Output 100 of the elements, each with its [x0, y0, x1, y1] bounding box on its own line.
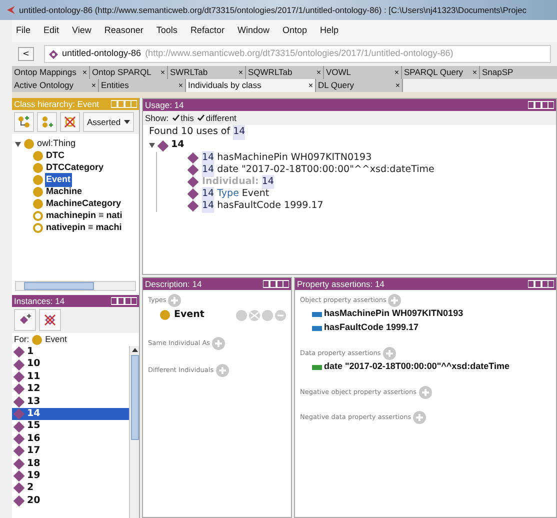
- tree-item[interactable]: DTC: [45, 149, 66, 163]
- view-controls-icon[interactable]: [263, 280, 289, 288]
- checkbox[interactable]: [196, 114, 205, 122]
- back-button[interactable]: <: [18, 47, 34, 61]
- panel-title: Instances: 14: [14, 295, 65, 307]
- tab[interactable]: Entities ×: [99, 79, 186, 92]
- individual-icon: [13, 358, 25, 370]
- menu-item[interactable]: Reasoner: [104, 24, 144, 38]
- menu-item[interactable]: File: [16, 24, 31, 38]
- individual-icon: [187, 164, 199, 176]
- delete-individual-button[interactable]: [39, 309, 61, 331]
- instance-item[interactable]: 2: [12, 482, 129, 495]
- menu-item[interactable]: View: [72, 24, 92, 38]
- add-individual-icon: [19, 314, 31, 326]
- instance-item[interactable]: 11: [12, 370, 129, 384]
- instance-item[interactable]: 12: [12, 383, 129, 396]
- tree-item[interactable]: Event: [45, 173, 72, 187]
- close-tab-icon[interactable]: ×: [160, 66, 165, 78]
- ontology-name: untitled-ontology-86: [62, 47, 142, 60]
- tab[interactable]: Ontop Mappings ×: [12, 66, 90, 79]
- instance-item[interactable]: 1: [12, 346, 129, 358]
- delete-class-button[interactable]: [60, 112, 80, 132]
- instance-item[interactable]: 15: [12, 420, 129, 433]
- tab[interactable]: Active Ontology ×: [12, 79, 99, 92]
- checkbox-label: this: [180, 112, 194, 124]
- checkbox[interactable]: [172, 114, 180, 122]
- individual-icon: [13, 371, 25, 383]
- menu-item[interactable]: Window: [237, 24, 270, 38]
- close-tab-icon[interactable]: ×: [308, 80, 313, 92]
- usage-row[interactable]: Individual: 14: [202, 174, 274, 190]
- panel-title: Description: 14: [145, 278, 202, 290]
- tab[interactable]: SWRLTab ×: [168, 66, 246, 79]
- usage-row[interactable]: 14 date "2017-02-18T00:00:00"^^xsd:dateTime: [202, 162, 434, 178]
- add-sibling-button[interactable]: [37, 112, 57, 132]
- menu-item[interactable]: Ontop: [282, 24, 307, 38]
- checkbox-label: different: [206, 112, 236, 124]
- add-subclass-icon: [18, 116, 30, 128]
- tree-item[interactable]: owl:Thing: [37, 137, 76, 151]
- close-tab-icon[interactable]: ×: [316, 66, 321, 78]
- for-class: Event: [45, 333, 67, 346]
- vertical-scrollbar[interactable]: [129, 346, 139, 518]
- horizontal-scrollbar[interactable]: [15, 281, 136, 291]
- tab[interactable]: SnapSP: [480, 66, 557, 79]
- property-assertion[interactable]: hasMachinePin WH097KITN0193: [324, 307, 464, 321]
- view-controls-icon[interactable]: [528, 280, 554, 288]
- delete-icon: [64, 116, 76, 128]
- tree-item[interactable]: machinepin ≡ nati: [45, 209, 124, 223]
- close-tab-icon[interactable]: ×: [82, 66, 87, 78]
- show-label: Show:: [145, 112, 169, 124]
- usage-root[interactable]: 14: [171, 138, 184, 153]
- data-property-icon: [312, 364, 322, 370]
- instance-item[interactable]: 17: [12, 445, 129, 458]
- tree-item[interactable]: MachineCategory: [45, 197, 122, 211]
- tree-item[interactable]: nativepin ≡ machi: [45, 221, 123, 235]
- panel-title: Usage: 14: [145, 99, 184, 111]
- add-individual-button[interactable]: [14, 309, 36, 331]
- instance-item[interactable]: 20: [12, 494, 129, 508]
- individual-icon: [13, 495, 25, 507]
- property-assertion[interactable]: hasFaultCode 1999.17: [324, 321, 419, 335]
- individual-icon: [13, 396, 25, 408]
- mode-dropdown[interactable]: Asserted: [83, 112, 134, 132]
- tree-item[interactable]: DTCCategory: [45, 161, 105, 175]
- instance-item[interactable]: 14: [12, 408, 129, 420]
- instance-item[interactable]: 18: [12, 458, 129, 470]
- menu-item[interactable]: Help: [320, 24, 339, 38]
- tree-item[interactable]: Machine: [45, 185, 84, 199]
- close-tab-icon[interactable]: ×: [238, 66, 243, 78]
- tab[interactable]: VOWL ×: [324, 66, 402, 79]
- tab[interactable]: DL Query ×: [316, 79, 403, 92]
- close-tab-icon[interactable]: ×: [178, 80, 183, 92]
- property-assertion[interactable]: date "2017-02-18T00:00:00"^^xsd:dateTime: [324, 360, 510, 374]
- class-icon: [32, 334, 42, 344]
- instance-item[interactable]: 13: [12, 396, 129, 408]
- close-tab-icon[interactable]: ×: [395, 80, 400, 92]
- tab[interactable]: SPARQL Query ×: [402, 66, 480, 79]
- add-sibling-icon: [41, 116, 53, 128]
- panel-title: Class hierarchy: Event: [14, 98, 100, 110]
- close-tab-icon[interactable]: ×: [472, 66, 477, 78]
- close-tab-icon[interactable]: ×: [91, 80, 96, 92]
- view-controls-icon[interactable]: [528, 101, 554, 109]
- address-field[interactable]: untitled-ontology-86 (http://www.semanticweb.org/dt73315/ontologies/2017/1/untitled-ontology-86): [44, 45, 551, 63]
- menu-item[interactable]: Edit: [44, 24, 60, 38]
- usage-row[interactable]: 14 hasFaultCode 1999.17: [202, 198, 324, 214]
- instance-item[interactable]: 19: [12, 470, 129, 482]
- menu-item[interactable]: Refactor: [190, 24, 224, 38]
- ontology-iri: (http://www.semanticweb.org/dt73315/ontologies/2017/1/untitled-ontology-86): [145, 47, 454, 60]
- tab[interactable]: Ontop SPARQL ×: [90, 66, 168, 79]
- instance-item[interactable]: 10: [12, 358, 129, 371]
- individual-icon: [187, 200, 199, 212]
- tab[interactable]: SQWRLTab ×: [246, 66, 324, 79]
- menu-item[interactable]: Tools: [156, 24, 178, 38]
- close-tab-icon[interactable]: ×: [394, 66, 399, 78]
- individual-icon: [13, 346, 25, 358]
- view-controls-icon[interactable]: [111, 297, 137, 305]
- for-label: For:: [14, 333, 30, 346]
- add-subclass-button[interactable]: [14, 112, 34, 132]
- individual-icon: [13, 482, 25, 494]
- instance-item[interactable]: 16: [12, 432, 129, 446]
- tab[interactable]: Individuals by class ×: [186, 79, 316, 92]
- individual-icon: [13, 446, 25, 457]
